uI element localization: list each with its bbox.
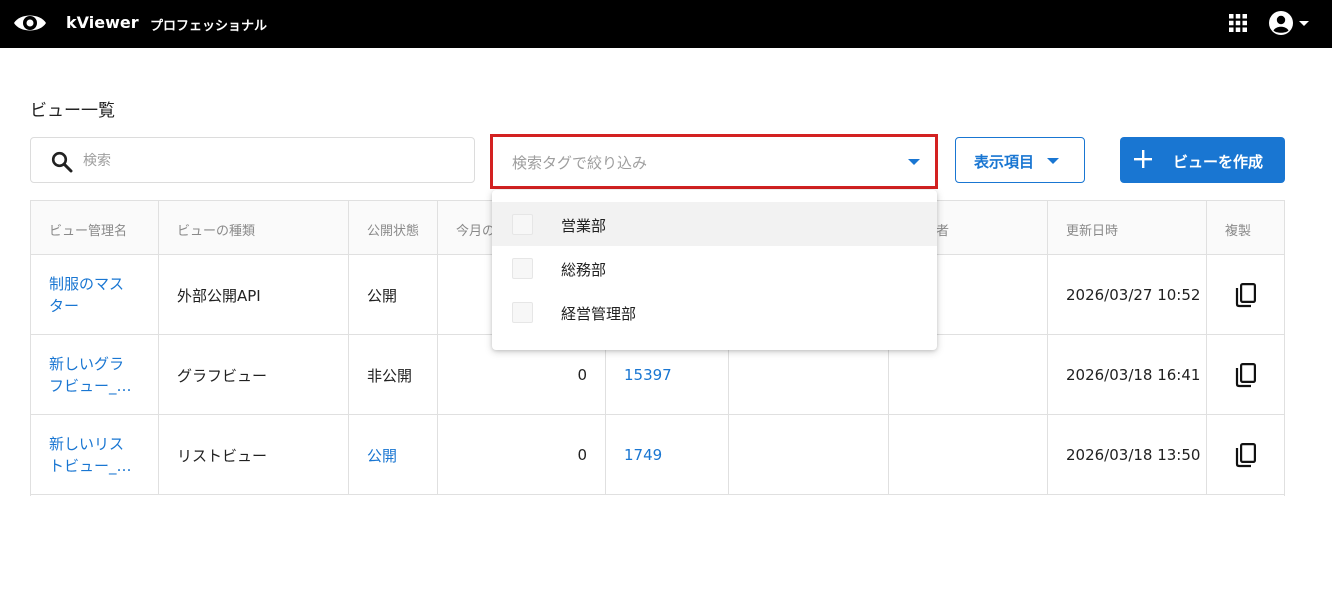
view-name-link[interactable]: 新しいリス トビュー_… [49, 433, 132, 477]
display-items-button[interactable]: 表示項目 [955, 137, 1085, 183]
copy-icon[interactable] [1234, 282, 1258, 308]
table-row: 新しいリス トビュー_… リストビュー 公開 0 1749 2026/03/18… [31, 415, 1284, 495]
view-name-cell[interactable]: 新しいリス トビュー_… [31, 415, 159, 495]
monthly-cell: 0 [438, 415, 606, 495]
total-cell[interactable]: 1749 [606, 415, 729, 495]
view-name-link[interactable]: 新しいグラ フビュー_… [49, 353, 132, 397]
apps-grid-icon[interactable] [1228, 13, 1248, 33]
copy-icon[interactable] [1234, 442, 1258, 468]
app-name: kViewer [66, 13, 139, 32]
column-header-copy: 複製 [1225, 224, 1252, 239]
tag-option-label: 経営管理部 [561, 305, 637, 323]
tag-option-label: 総務部 [561, 261, 607, 279]
status-cell: 公開 [349, 255, 438, 335]
column-header-updated[interactable]: 更新日時 [1048, 201, 1207, 255]
chevron-down-icon [1299, 21, 1309, 26]
tag-option[interactable]: 経営管理部 [492, 290, 937, 334]
tag-filter-select[interactable]: 検索タグで絞り込み [490, 134, 938, 189]
account-menu-button[interactable] [1268, 10, 1312, 36]
copy-cell [1207, 415, 1285, 495]
status-cell: 非公開 [349, 335, 438, 415]
column-header-name[interactable]: ビュー管理名 [31, 201, 159, 255]
author-cell [889, 415, 1048, 495]
view-type-cell: リストビュー [159, 415, 349, 495]
tag-option[interactable]: 総務部 [492, 246, 937, 290]
eye-icon [14, 15, 46, 31]
tag-filter-dropdown: 営業部 総務部 経営管理部 [492, 190, 937, 350]
create-view-button[interactable]: ビューを作成 [1120, 137, 1285, 183]
status-cell[interactable]: 公開 [349, 415, 438, 495]
display-items-label: 表示項目 [974, 153, 1035, 171]
copy-cell [1207, 335, 1285, 415]
view-type-cell: 外部公開API [159, 255, 349, 335]
view-type-cell: グラフビュー [159, 335, 349, 415]
updated-cell: 2026/03/27 10:52 [1048, 255, 1207, 335]
top-bar: kViewer プロフェッショナル [0, 0, 1332, 48]
tag-filter-placeholder: 検索タグで絞り込み [512, 154, 648, 172]
search-input[interactable] [83, 148, 463, 174]
view-name-link[interactable]: 制服のマス ター [49, 273, 124, 317]
search-icon [51, 151, 73, 173]
edition-label: プロフェッショナル [150, 19, 268, 34]
tag-option[interactable]: 営業部 [492, 202, 937, 246]
view-name-cell[interactable]: 制服のマス ター [31, 255, 159, 335]
updated-cell: 2026/03/18 16:41 [1048, 335, 1207, 415]
page-title: ビュー一覧 [30, 101, 115, 121]
column-header-status[interactable]: 公開状態 [349, 201, 438, 255]
caret-down-icon [908, 159, 920, 165]
view-name-cell[interactable]: 新しいグラ フビュー_… [31, 335, 159, 415]
plus-icon [1134, 150, 1152, 168]
column-header-type[interactable]: ビューの種類 [159, 201, 349, 255]
create-view-label: ビューを作成 [1173, 153, 1264, 171]
empty-cell [729, 415, 889, 495]
copy-cell [1207, 255, 1285, 335]
search-box [30, 137, 475, 183]
tag-option-label: 営業部 [561, 217, 607, 235]
updated-cell: 2026/03/18 13:50 [1048, 415, 1207, 495]
checkbox[interactable] [512, 214, 533, 235]
copy-icon[interactable] [1234, 362, 1258, 388]
checkbox[interactable] [512, 258, 533, 279]
checkbox[interactable] [512, 302, 533, 323]
account-circle-icon [1269, 11, 1293, 35]
caret-down-icon [1047, 158, 1059, 164]
